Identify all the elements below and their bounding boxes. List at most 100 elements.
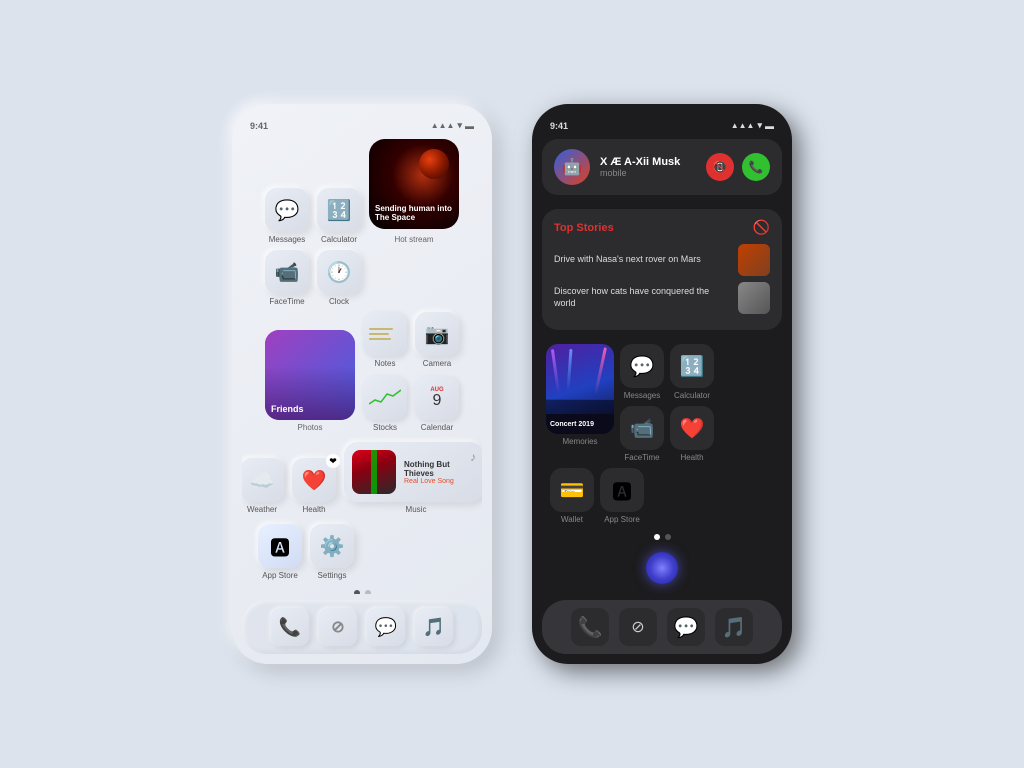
health-icon-box: ❤️ ❤ [292, 458, 336, 502]
app-health[interactable]: ❤️ ❤ Health [292, 458, 336, 514]
app-stocks[interactable]: Stocks [363, 376, 407, 432]
calculator-label: Calculator [321, 235, 357, 244]
widget-music[interactable]: Nothing But Thieves Real Love Song ♪ Mus… [344, 442, 482, 514]
dot-dark-2 [665, 534, 671, 540]
camera-icon-box: 📷 [415, 312, 459, 356]
call-banner[interactable]: 🤖 X Æ A-Xii Musk mobile 📵 📞 [542, 139, 782, 195]
appstore-icon-box: 🅰 [258, 524, 302, 568]
music-info: Nothing But Thieves Real Love Song [404, 460, 462, 485]
wifi-icon: ▾ [457, 120, 462, 131]
call-name: X Æ A-Xii Musk [600, 156, 696, 168]
app-calendar[interactable]: AUG 9 Calendar [415, 376, 459, 432]
call-decline-button[interactable]: 📵 [706, 153, 734, 181]
cal-day: 9 [433, 393, 442, 409]
app-facetime[interactable]: 📹 FaceTime [265, 250, 309, 306]
stocks-icon-box [363, 376, 407, 420]
siri-button-dark[interactable] [646, 552, 678, 584]
health-badge: ❤ [326, 454, 340, 468]
messages-label: Messages [269, 235, 305, 244]
widget-memories[interactable]: Concert 2019 Memories [546, 344, 614, 446]
widget-photos[interactable]: Friends Photos [265, 330, 355, 432]
dark-facetime-label: FaceTime [624, 453, 659, 462]
app-row-6: 🅰 App Store ⚙️ Settings [242, 524, 482, 580]
battery-icon: ▬ [465, 121, 474, 131]
music-widget-label: Music [406, 505, 427, 514]
notes-label: Notes [375, 359, 396, 368]
stocks-chart-icon [369, 388, 401, 408]
app-row-2: 📹 FaceTime 🕐 Clock [242, 250, 482, 306]
app-weather[interactable]: ☁️ Weather [242, 458, 284, 514]
dark-app-messages[interactable]: 💬 Messages [620, 344, 664, 400]
page-dots-light [242, 590, 482, 594]
app-settings[interactable]: ⚙️ Settings [310, 524, 354, 580]
news-thumb-1 [738, 244, 770, 276]
news-item-2-text: Discover how cats have conquered the wor… [554, 286, 730, 309]
signal-icon-dark: ▲▲▲ [731, 121, 755, 130]
settings-icon-box: ⚙️ [310, 524, 354, 568]
hot-stream-widget-box: Sending human into The Space [369, 139, 459, 229]
dock-phone[interactable]: 📞 [271, 608, 309, 646]
dark-appstore-label: App Store [604, 515, 640, 524]
news-item-2[interactable]: Discover how cats have conquered the wor… [554, 282, 770, 314]
widget-hot-stream[interactable]: Sending human into The Space Hot stream [369, 139, 459, 244]
facetime-label: FaceTime [269, 297, 304, 306]
dark-app-facetime[interactable]: 📹 FaceTime [620, 406, 664, 462]
dock-music[interactable]: 🎵 [415, 608, 453, 646]
app-row-3: Friends Photos Notes [242, 312, 482, 432]
hot-stream-inner: Sending human into The Space [369, 139, 459, 229]
dark-app-wallet[interactable]: 💳 Wallet [550, 468, 594, 524]
calculator-icon-box: 🔢 [317, 188, 361, 232]
news-icon: 🚫 [753, 219, 770, 236]
app-notes[interactable]: Notes [363, 312, 407, 368]
appstore-label: App Store [262, 571, 298, 580]
music-widget-box: Nothing But Thieves Real Love Song ♪ [344, 442, 482, 502]
app-appstore[interactable]: 🅰 App Store [258, 524, 302, 580]
camera-label: Camera [423, 359, 451, 368]
call-buttons: 📵 📞 [706, 153, 770, 181]
dark-calculator-label: Calculator [674, 391, 710, 400]
dock-dark-messages[interactable]: 💬 [667, 608, 705, 646]
photos-widget-label: Friends [271, 404, 304, 414]
dark-app-health[interactable]: ❤️ Health [670, 406, 714, 462]
photos-widget-box: Friends [265, 330, 355, 420]
dark-phone: 9:41 ▲▲▲ ▾ ▬ 🤖 X Æ A-Xii Musk mobile 📵 📞… [532, 104, 792, 664]
news-title: Top Stories 🚫 [554, 219, 770, 236]
dot-2 [365, 590, 371, 594]
status-bar-dark: 9:41 ▲▲▲ ▾ ▬ [542, 120, 782, 131]
call-avatar: 🤖 [554, 149, 590, 185]
dock-dark-safari[interactable]: ⊘ [619, 608, 657, 646]
call-type: mobile [600, 168, 696, 178]
dark-app-appstore[interactable]: 🅰 App Store [600, 468, 644, 524]
dock-light: 📞 ⊘ 💬 🎵 [242, 600, 482, 654]
phone-content-light: 💬 Messages 🔢 Calculator Sending human in… [242, 139, 482, 594]
dark-wallet-label: Wallet [561, 515, 583, 524]
app-calculator[interactable]: 🔢 Calculator [317, 188, 361, 244]
news-item-1[interactable]: Drive with Nasa's next rover on Mars [554, 244, 770, 276]
dock-dark-phone[interactable]: 📞 [571, 608, 609, 646]
battery-icon-dark: ▬ [765, 121, 774, 131]
call-info: X Æ A-Xii Musk mobile [600, 156, 696, 178]
settings-label: Settings [318, 571, 347, 580]
dark-wallet-icon: 💳 [550, 468, 594, 512]
app-camera[interactable]: 📷 Camera [415, 312, 459, 368]
hot-stream-label: Hot stream [394, 235, 433, 244]
clock-label: Clock [329, 297, 349, 306]
weather-icon-box: ☁️ [242, 458, 284, 502]
call-accept-button[interactable]: 📞 [742, 153, 770, 181]
music-track-artist: Real Love Song [404, 478, 462, 485]
app-clock[interactable]: 🕐 Clock [317, 250, 361, 306]
app-messages[interactable]: 💬 Messages [265, 188, 309, 244]
dock-safari[interactable]: ⊘ [319, 608, 357, 646]
page-dots-dark [542, 534, 782, 540]
dock-dark-music[interactable]: 🎵 [715, 608, 753, 646]
dark-health-label: Health [680, 453, 703, 462]
calendar-icon-box: AUG 9 [415, 376, 459, 420]
notes-icon-box [363, 312, 407, 356]
dark-app-calculator[interactable]: 🔢 Calculator [670, 344, 714, 400]
health-label: Health [302, 505, 325, 514]
status-bar-light: 9:41 ▲▲▲ ▾ ▬ [242, 120, 482, 131]
status-time-light: 9:41 [250, 121, 268, 131]
dock-dark: 📞 ⊘ 💬 🎵 [542, 600, 782, 654]
dock-messages[interactable]: 💬 [367, 608, 405, 646]
stocks-label: Stocks [373, 423, 397, 432]
